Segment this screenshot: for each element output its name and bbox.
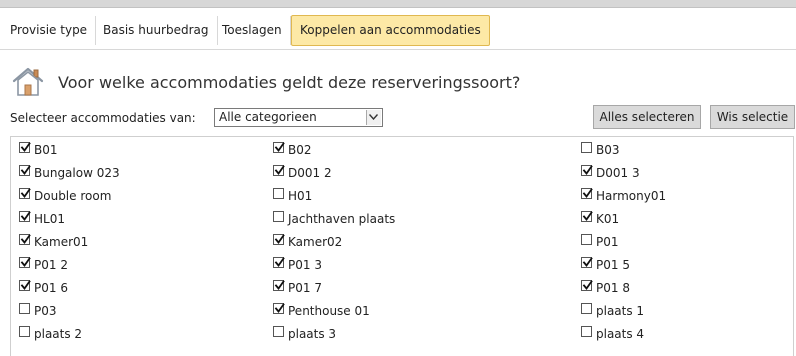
checkbox[interactable] [581, 234, 592, 245]
category-select-value: Alle categorieen [219, 110, 317, 124]
checkbox[interactable] [273, 234, 285, 245]
checkbox-label: P01 3 [288, 258, 322, 272]
checkbox[interactable] [19, 234, 31, 245]
checkbox[interactable] [581, 165, 593, 176]
checkbox[interactable] [581, 188, 593, 199]
checkbox[interactable] [581, 142, 592, 153]
checkbox-label: D001 3 [596, 166, 640, 180]
checkbox[interactable] [273, 326, 284, 337]
checkbox[interactable] [273, 211, 284, 222]
checkbox-label: P01 7 [288, 281, 322, 295]
checkbox-label: Double room [34, 189, 112, 203]
checkbox-label: P01 5 [596, 258, 630, 272]
checkbox-label: B02 [288, 143, 312, 157]
checkbox-label: Penthouse 01 [288, 304, 370, 318]
checkbox[interactable] [19, 257, 31, 268]
checkbox-label: B01 [34, 143, 58, 157]
checkbox-label: P01 2 [34, 258, 68, 272]
checkbox[interactable] [581, 211, 593, 222]
checkbox[interactable] [581, 257, 593, 268]
accommodation-list: B01 B02 B03 Bungalow 023 D001 2 D001 3 Double … [10, 136, 794, 356]
checkbox[interactable] [19, 211, 31, 222]
top-bar [0, 0, 796, 8]
checkbox[interactable] [581, 280, 593, 291]
checkbox[interactable] [273, 303, 285, 314]
checkbox-label: HL01 [34, 212, 65, 226]
checkbox[interactable] [273, 188, 284, 199]
checkbox[interactable] [273, 142, 285, 153]
checkbox-label: B03 [596, 143, 620, 157]
tab-toeslagen[interactable]: Toeslagen [214, 16, 291, 45]
checkbox[interactable] [19, 188, 31, 199]
checkbox-label: plaats 2 [34, 327, 83, 341]
checkbox-label: Harmony01 [596, 189, 667, 203]
checkbox[interactable] [19, 326, 30, 337]
checkbox-label: Kamer01 [34, 235, 89, 249]
checkbox-label: plaats 4 [596, 327, 645, 341]
tab-bar: Provisie type Basis huurbedrag Toeslagen… [0, 13, 796, 50]
checkbox-label: Kamer02 [288, 235, 343, 249]
checkbox-label: plaats 1 [596, 304, 645, 318]
checkbox-label: P03 [34, 304, 57, 318]
tab-koppelen-aan-accommodaties[interactable]: Koppelen aan accommodaties [291, 15, 490, 46]
checkbox[interactable] [581, 303, 592, 314]
checkbox-label: Bungalow 023 [34, 166, 120, 180]
house-icon [12, 66, 44, 98]
checkbox[interactable] [581, 326, 592, 337]
filter-label: Selecteer accommodaties van: [10, 111, 196, 125]
checkbox[interactable] [273, 165, 285, 176]
checkbox[interactable] [19, 142, 31, 153]
select-all-button[interactable]: Alles selecteren [593, 105, 701, 129]
checkbox-label: D001 2 [288, 166, 332, 180]
checkbox[interactable] [19, 280, 31, 291]
chevron-down-icon[interactable] [366, 110, 381, 125]
checkbox-label: plaats 3 [288, 327, 337, 341]
tab-provisie-type[interactable]: Provisie type [2, 16, 97, 45]
checkbox-label: H01 [288, 189, 313, 203]
page-title: Voor welke accommodaties geldt deze rese… [58, 73, 521, 92]
checkbox[interactable] [273, 280, 285, 291]
section-heading: Voor welke accommodaties geldt deze rese… [12, 66, 792, 98]
checkbox-label: Jachthaven plaats [288, 212, 396, 226]
tab-basis-huurbedrag[interactable]: Basis huurbedrag [95, 16, 218, 45]
checkbox-label: P01 [596, 235, 619, 249]
category-select[interactable]: Alle categorieen [214, 108, 383, 127]
checkbox[interactable] [273, 257, 285, 268]
checkbox-label: P01 8 [596, 281, 630, 295]
checkbox[interactable] [19, 165, 31, 176]
checkbox-label: P01 6 [34, 281, 68, 295]
checkbox-label: K01 [596, 212, 620, 226]
checkbox[interactable] [19, 303, 30, 314]
clear-selection-button[interactable]: Wis selectie [710, 105, 795, 129]
